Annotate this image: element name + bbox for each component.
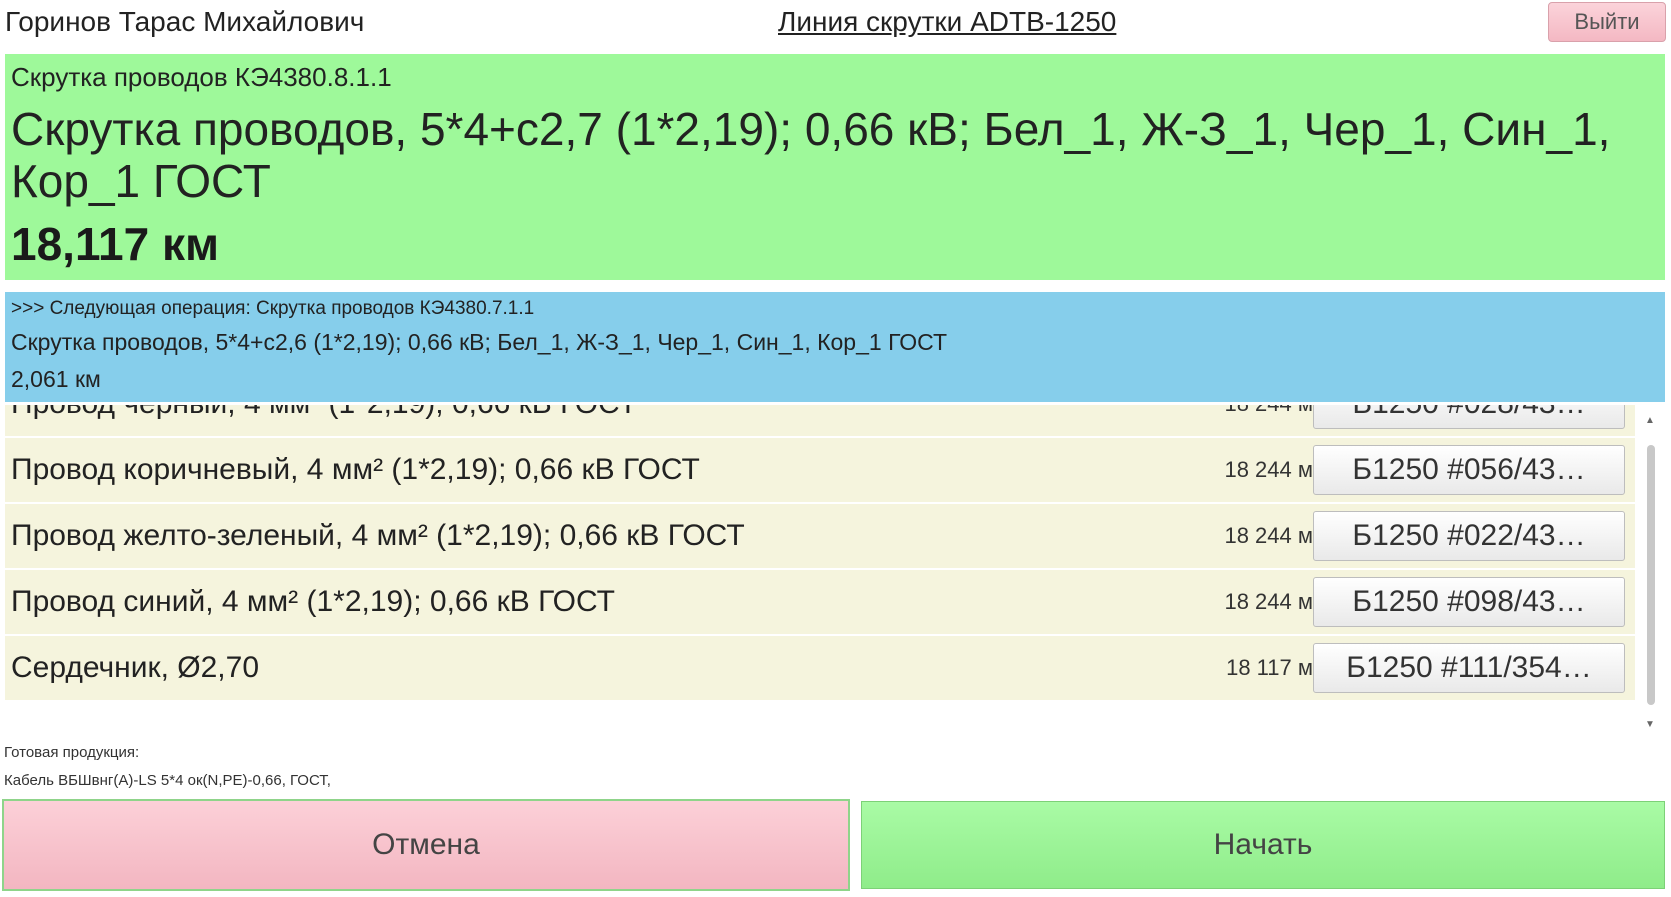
material-row: Провод черный, 4 мм² (1*2,19); 0,66 кВ Г…: [5, 405, 1635, 436]
current-operation-length: 18,117 км: [11, 218, 219, 270]
material-name: Провод коричневый, 4 мм² (1*2,19); 0,66 …: [11, 453, 700, 486]
material-quantity: 18 244 м: [1224, 523, 1313, 548]
materials-scrollbar[interactable]: ▲ ▼: [1644, 415, 1658, 730]
scroll-thumb[interactable]: [1647, 445, 1655, 705]
material-row: Провод синий, 4 мм² (1*2,19); 0,66 кВ ГО…: [5, 570, 1635, 634]
user-name: Горинов Тарас Михайлович: [5, 6, 365, 37]
cancel-button[interactable]: Отмена: [2, 799, 850, 891]
material-quantity: 18 244 м: [1224, 589, 1313, 614]
finished-product-value: Кабель ВБШвнг(А)-LS 5*4 ок(N,PE)-0,66, Г…: [4, 772, 331, 789]
current-operation-panel: Скрутка проводов КЭ4380.8.1.1 Скрутка пр…: [5, 54, 1665, 280]
current-operation-code: Скрутка проводов КЭ4380.8.1.1: [11, 62, 392, 92]
next-operation-panel: >>> Следующая операция: Скрутка проводов…: [5, 292, 1665, 402]
material-batch-button[interactable]: Б1250 #056/43…: [1313, 445, 1625, 495]
scroll-down-arrow-icon[interactable]: ▼: [1645, 719, 1655, 730]
line-title-link[interactable]: Линия скрутки ADTB-1250: [778, 6, 1116, 38]
material-quantity: 18 117 м: [1226, 655, 1313, 680]
finished-product-label: Готовая продукция:: [4, 744, 140, 761]
material-name: Провод желто-зеленый, 4 мм² (1*2,19); 0,…: [11, 519, 745, 552]
header-bar: Горинов Тарас Михайлович Линия скрутки A…: [0, 0, 1671, 50]
material-name: Провод черный, 4 мм² (1*2,19); 0,66 кВ Г…: [11, 405, 637, 421]
material-batch-button[interactable]: Б1250 #028/43…: [1313, 405, 1625, 429]
next-operation-code: >>> Следующая операция: Скрутка проводов…: [11, 298, 535, 319]
current-operation-description: Скрутка проводов, 5*4+с2,7 (1*2,19); 0,6…: [11, 103, 1611, 207]
material-quantity: 18 244 м: [1224, 405, 1313, 417]
material-row: Сердечник, Ø2,70 18 117 м Б1250 #111/354…: [5, 636, 1635, 700]
material-batch-button[interactable]: Б1250 #111/354…: [1313, 643, 1625, 693]
scroll-up-arrow-icon[interactable]: ▲: [1645, 415, 1655, 426]
next-operation-length: 2,061 км: [11, 366, 101, 392]
material-quantity: 18 244 м: [1224, 457, 1313, 482]
material-batch-button[interactable]: Б1250 #022/43…: [1313, 511, 1625, 561]
logout-button[interactable]: Выйти: [1548, 2, 1666, 42]
material-name: Сердечник, Ø2,70: [11, 651, 260, 684]
material-row: Провод желто-зеленый, 4 мм² (1*2,19); 0,…: [5, 504, 1635, 568]
next-operation-description: Скрутка проводов, 5*4+с2,6 (1*2,19); 0,6…: [11, 329, 948, 355]
material-name: Провод синий, 4 мм² (1*2,19); 0,66 кВ ГО…: [11, 585, 615, 618]
material-batch-button[interactable]: Б1250 #098/43…: [1313, 577, 1625, 627]
start-button[interactable]: Начать: [861, 801, 1665, 889]
material-row: Провод коричневый, 4 мм² (1*2,19); 0,66 …: [5, 438, 1635, 502]
materials-list[interactable]: Провод черный, 4 мм² (1*2,19); 0,66 кВ Г…: [0, 405, 1655, 730]
